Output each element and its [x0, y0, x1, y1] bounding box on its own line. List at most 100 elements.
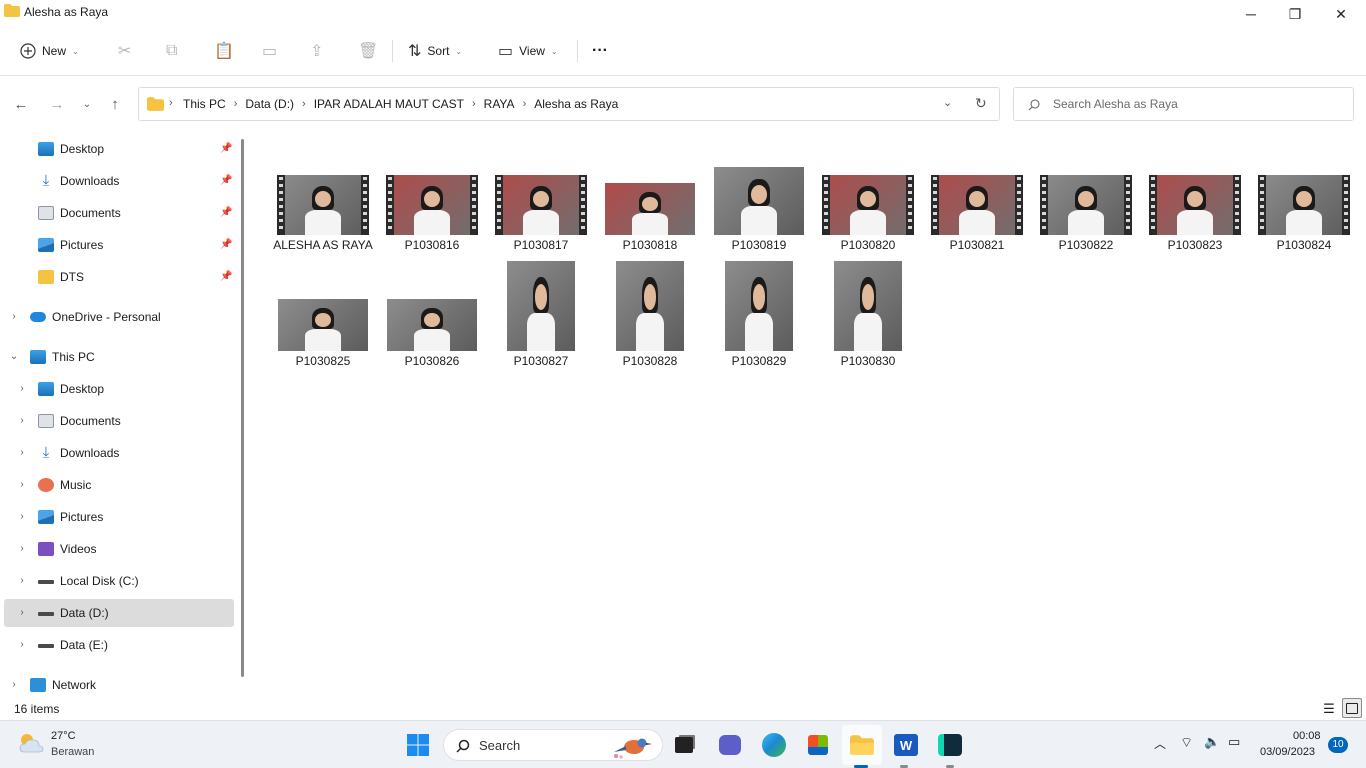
- sidebar-item-network[interactable]: › Network: [4, 671, 234, 699]
- store-button[interactable]: [804, 731, 832, 759]
- details-view-button[interactable]: ☰: [1320, 700, 1338, 718]
- file-tile[interactable]: P1030818: [598, 161, 702, 255]
- quick-access-documents[interactable]: Documents 📌: [4, 199, 234, 227]
- pin-icon: 📌: [220, 207, 233, 218]
- more-options-button[interactable]: ···: [592, 39, 608, 63]
- chevron-right-icon[interactable]: ›: [16, 543, 28, 554]
- share-button[interactable]: ⇪: [310, 39, 323, 63]
- sidebar-item-data-d[interactable]: › Data (D:): [4, 599, 234, 627]
- file-tile[interactable]: P1030820: [816, 161, 920, 255]
- taskbar-search[interactable]: Search: [443, 729, 663, 761]
- chevron-right-icon[interactable]: ›: [16, 575, 28, 586]
- file-tile[interactable]: P1030821: [925, 161, 1029, 255]
- file-tile[interactable]: P1030827: [489, 259, 593, 369]
- file-tile[interactable]: P1030830: [816, 259, 920, 369]
- file-tile[interactable]: P1030824: [1252, 161, 1356, 255]
- sidebar-item-desktop[interactable]: › Desktop: [4, 375, 234, 403]
- quick-access-downloads[interactable]: ⤓ Downloads 📌: [4, 167, 234, 195]
- cloud-sun-icon: [19, 734, 44, 753]
- sidebar-item-music[interactable]: › Music: [4, 471, 234, 499]
- file-tile[interactable]: P1030822: [1034, 161, 1138, 255]
- up-button[interactable]: ↑: [105, 95, 125, 113]
- show-hidden-icons-chevron-icon[interactable]: ︿: [1154, 735, 1166, 752]
- file-tile[interactable]: P1030826: [380, 259, 484, 369]
- chevron-right-icon[interactable]: ›: [16, 383, 28, 394]
- view-button[interactable]: ▭ View ⌄: [498, 39, 558, 63]
- breadcrumb-this-pc[interactable]: This PC: [183, 97, 226, 111]
- sidebar-item-label: DTS: [60, 270, 84, 284]
- file-tile[interactable]: P1030823: [1143, 161, 1247, 255]
- sidebar-item-documents[interactable]: › Documents: [4, 407, 234, 435]
- file-tile[interactable]: P1030816: [380, 161, 484, 255]
- chevron-right-icon[interactable]: ›: [16, 415, 28, 426]
- sort-button[interactable]: ⇅ Sort ⌄: [408, 39, 462, 63]
- delete-button[interactable]: 🗑: [358, 39, 378, 63]
- forward-button[interactable]: →: [47, 95, 67, 113]
- address-bar[interactable]: › This PC › Data (D:) › IPAR ADALAH MAUT C…: [138, 87, 1000, 121]
- wifi-icon[interactable]: ⌔: [1180, 734, 1193, 752]
- paste-button[interactable]: 📋: [214, 39, 234, 63]
- task-view-button[interactable]: [670, 731, 698, 759]
- minimize-button[interactable]: ─: [1228, 0, 1274, 28]
- pin-icon: 📌: [220, 239, 233, 250]
- file-explorer-button[interactable]: [848, 731, 876, 759]
- chevron-right-icon[interactable]: ›: [8, 679, 20, 690]
- sidebar-item-videos[interactable]: › Videos: [4, 535, 234, 563]
- sidebar-scrollbar[interactable]: [241, 139, 244, 677]
- file-tile[interactable]: P1030828: [598, 259, 702, 369]
- maximize-button[interactable]: ❐: [1272, 0, 1318, 28]
- chevron-right-icon[interactable]: ›: [16, 479, 28, 490]
- chevron-down-icon: ⌄: [550, 46, 558, 56]
- battery-icon[interactable]: ▭: [1228, 734, 1240, 750]
- file-tile[interactable]: P1030819: [707, 161, 811, 255]
- close-button[interactable]: ✕: [1318, 0, 1364, 28]
- word-button[interactable]: W: [892, 731, 920, 759]
- large-icons-view-button[interactable]: [1342, 698, 1362, 718]
- sidebar-item-pictures[interactable]: › Pictures: [4, 503, 234, 531]
- new-button[interactable]: New ⌄: [20, 39, 79, 63]
- notification-badge[interactable]: 10: [1328, 737, 1348, 753]
- start-button[interactable]: [404, 731, 432, 759]
- clock-date[interactable]: 03/09/2023: [1260, 746, 1315, 758]
- chevron-right-icon[interactable]: ›: [16, 607, 28, 618]
- file-tile[interactable]: ALESHA AS RAYA: [271, 161, 375, 255]
- chevron-right-icon[interactable]: ›: [16, 511, 28, 522]
- chevron-right-icon[interactable]: ›: [8, 311, 20, 322]
- breadcrumb-ipar[interactable]: IPAR ADALAH MAUT CAST: [314, 97, 464, 111]
- file-tile[interactable]: P1030829: [707, 259, 811, 369]
- breadcrumb-current[interactable]: Alesha as Raya: [534, 97, 618, 111]
- file-tile[interactable]: P1030817: [489, 161, 593, 255]
- breadcrumb-raya[interactable]: RAYA: [484, 97, 515, 111]
- navigation-pane: Desktop 📌 ⤓ Downloads 📌 Documents 📌 Pictures 📌 DT…: [0, 131, 248, 698]
- rename-button[interactable]: ▭: [262, 39, 277, 63]
- chevron-right-icon[interactable]: ›: [16, 639, 28, 650]
- weather-temperature[interactable]: 27°C: [51, 730, 76, 742]
- quick-access-desktop[interactable]: Desktop 📌: [4, 135, 234, 163]
- sidebar-item-data-e[interactable]: › Data (E:): [4, 631, 234, 659]
- clock-time[interactable]: 00:08: [1293, 730, 1321, 742]
- sidebar-item-this-pc[interactable]: ⌄ This PC: [4, 343, 234, 371]
- volume-icon[interactable]: 🔈: [1204, 734, 1220, 750]
- cut-button[interactable]: ✂: [118, 39, 131, 63]
- filmora-button[interactable]: [936, 731, 964, 759]
- sidebar-item-local-disk-c[interactable]: › Local Disk (C:): [4, 567, 234, 595]
- sidebar-item-downloads[interactable]: › ⤓ Downloads: [4, 439, 234, 467]
- copy-button[interactable]: ⧉: [166, 39, 177, 63]
- quick-access-pictures[interactable]: Pictures 📌: [4, 231, 234, 259]
- quick-access-dts[interactable]: DTS 📌: [4, 263, 234, 291]
- breadcrumb-data-d[interactable]: Data (D:): [245, 97, 294, 111]
- weather-widget[interactable]: [16, 730, 46, 758]
- weather-description[interactable]: Berawan: [51, 746, 94, 758]
- chevron-right-icon[interactable]: ›: [16, 447, 28, 458]
- recent-locations-button[interactable]: ⌄: [77, 95, 97, 113]
- sidebar-item-onedrive[interactable]: › OneDrive - Personal: [4, 303, 234, 331]
- toolbar-divider: [577, 40, 578, 62]
- address-dropdown-icon[interactable]: ⌄: [943, 96, 952, 109]
- refresh-icon[interactable]: ↻: [975, 95, 987, 112]
- chat-button[interactable]: [716, 731, 744, 759]
- chevron-down-icon[interactable]: ⌄: [8, 351, 20, 362]
- file-tile[interactable]: P1030825: [271, 259, 375, 369]
- search-box[interactable]: Search Alesha as Raya: [1013, 87, 1354, 121]
- edge-button[interactable]: [760, 731, 788, 759]
- back-button[interactable]: ←: [11, 95, 31, 113]
